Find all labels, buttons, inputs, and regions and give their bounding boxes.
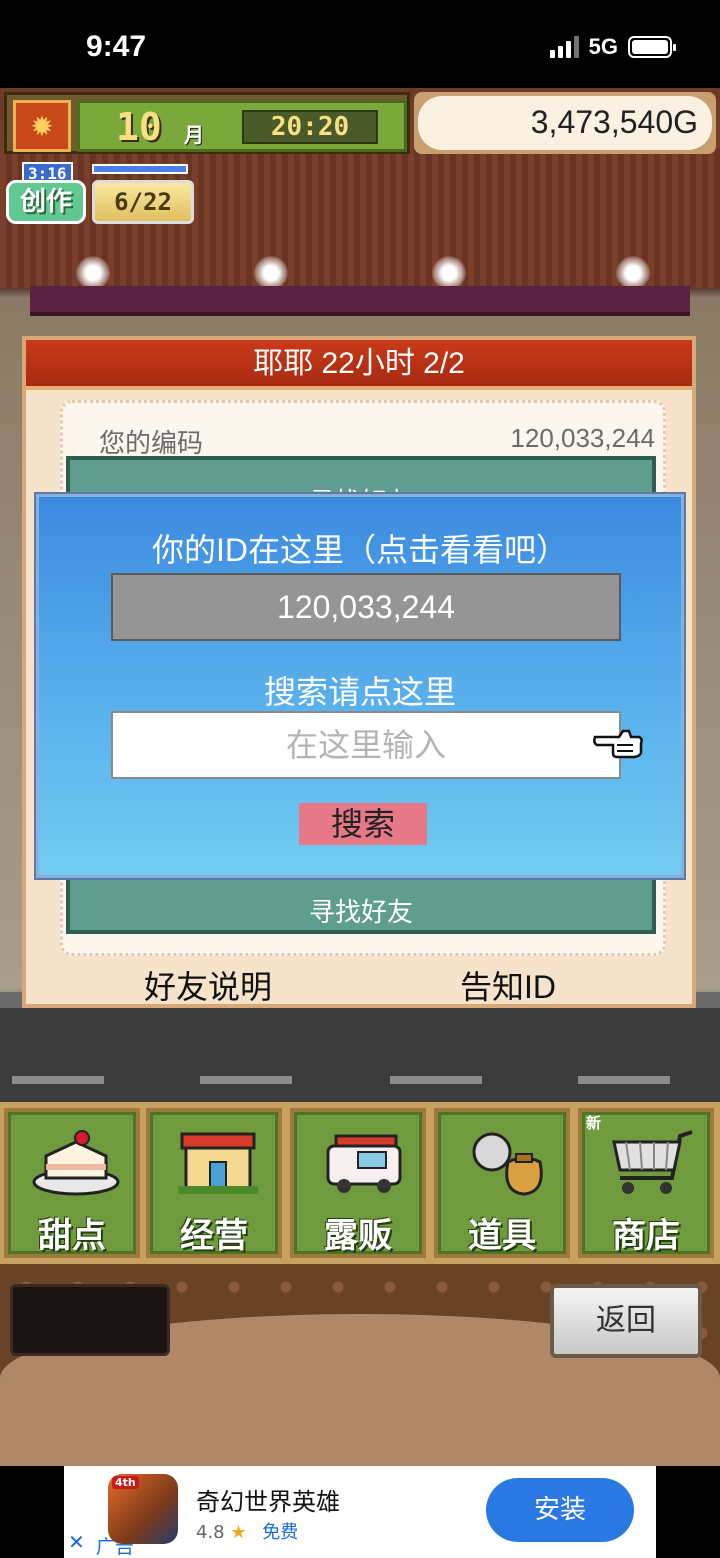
share-id-button[interactable]: 告知ID <box>460 962 556 1008</box>
dialog-title: 你的ID在这里（点击看看吧） <box>151 532 568 568</box>
menu-label: 道具 <box>468 1216 536 1256</box>
star-icon: ★ <box>230 1522 247 1543</box>
ad-price: 免费 <box>262 1522 299 1543</box>
menu-label: 甜点 <box>38 1216 106 1256</box>
cake-icon <box>32 1130 120 1196</box>
date-time-hud: ✹ 10 月 20:20 <box>4 92 410 154</box>
your-code-row: 您的编码 120,033,244 <box>99 419 655 459</box>
network-label: 5G <box>588 34 618 59</box>
food-truck-icon <box>326 1134 402 1193</box>
menu-item-store[interactable]: 新 商店 <box>578 1108 714 1258</box>
ad-app-icon-badge: 4th <box>112 1476 139 1489</box>
friend-id-search-input[interactable] <box>111 711 621 779</box>
game-clock: 20:20 <box>242 110 378 144</box>
month-number: 10 <box>116 105 162 149</box>
battery-icon <box>628 36 676 58</box>
gold-panel: 3,473,540G <box>414 92 716 154</box>
ad-banner[interactable]: ✕ 广告 4th 奇幻世界英雄 4.8 ★ 免费 安装 <box>64 1466 656 1558</box>
roof-light-icon <box>254 256 288 290</box>
menu-label: 露贩 <box>324 1216 392 1256</box>
month-panel: 10 月 20:20 <box>77 100 407 152</box>
ad-close-icon[interactable]: ✕ <box>68 1530 85 1554</box>
friend-panel-title: 耶耶 22小时 2/2 <box>26 340 692 390</box>
roof-light-icon <box>432 256 466 290</box>
shop-awning <box>30 286 690 316</box>
friend-help-button[interactable]: 好友说明 <box>144 962 272 1008</box>
cart-icon <box>612 1130 693 1194</box>
create-label: 创作 <box>6 180 86 224</box>
menu-item-manage[interactable]: 经营 <box>146 1108 282 1258</box>
menu-item-street-stall[interactable]: 露贩 <box>290 1108 426 1258</box>
create-progress-bar <box>92 164 188 174</box>
ad-app-icon[interactable]: 4th <box>108 1474 178 1544</box>
road-line <box>12 1076 104 1084</box>
search-hint: 搜索请点这里 <box>263 673 456 711</box>
game-scene: ✹ 10 月 20:20 3,473,540G 3:16 创作 6/22 耶耶 … <box>0 88 720 1466</box>
search-button[interactable]: 搜索 <box>299 803 427 845</box>
create-count: 6/22 <box>92 180 194 224</box>
menu-label: 经营 <box>180 1216 248 1256</box>
roof-light-icon <box>76 256 110 290</box>
ad-margin <box>656 1466 720 1558</box>
road-line <box>390 1076 482 1084</box>
ad-rating-row: 4.8 ★ 免费 <box>196 1518 298 1544</box>
friend-panel-footer: 好友说明 告知ID <box>26 956 692 1008</box>
back-button[interactable]: 返回 <box>550 1284 702 1358</box>
status-bar: 9:47 5G <box>0 0 720 88</box>
your-code-label: 您的编码 <box>99 428 204 458</box>
menu-item-items[interactable]: 道具 <box>434 1108 570 1258</box>
menu-label: 商店 <box>612 1216 680 1256</box>
road-line <box>578 1076 670 1084</box>
my-id-display[interactable]: 120,033,244 <box>111 573 621 641</box>
create-status[interactable]: 3:16 创作 6/22 <box>6 162 194 226</box>
ad-app-title: 奇幻世界英雄 <box>196 1488 340 1516</box>
pointing-hand-icon <box>593 729 643 759</box>
id-search-dialog: 你的ID在这里（点击看看吧） 120,033,244 搜索请点这里 搜索 <box>36 494 684 878</box>
gold-amount: 3,473,540G <box>418 96 712 150</box>
menu-item-desserts[interactable]: 甜点 <box>4 1108 140 1258</box>
signal-icon <box>549 36 579 58</box>
maple-leaf-icon[interactable]: ✹ <box>13 100 71 152</box>
road <box>0 1008 720 1108</box>
find-friend-label: 寻找好友 <box>308 898 413 928</box>
new-badge: 新 <box>586 1114 602 1132</box>
bottom-menu: 甜点 经营 露贩 道具 新 商店 <box>0 1102 720 1264</box>
your-code-value: 120,033,244 <box>510 423 655 453</box>
empty-slot <box>10 1284 170 1356</box>
status-time: 9:47 <box>86 30 147 63</box>
items-bag-icon <box>472 1132 543 1196</box>
status-indicators: 5G <box>549 34 676 60</box>
roof-light-icon <box>616 256 650 290</box>
shop-icon <box>178 1132 258 1194</box>
month-unit: 月 <box>184 123 204 147</box>
road-line <box>200 1076 292 1084</box>
install-button[interactable]: 安装 <box>486 1478 634 1542</box>
ad-rating: 4.8 <box>196 1522 225 1543</box>
ad-margin <box>0 1466 64 1558</box>
